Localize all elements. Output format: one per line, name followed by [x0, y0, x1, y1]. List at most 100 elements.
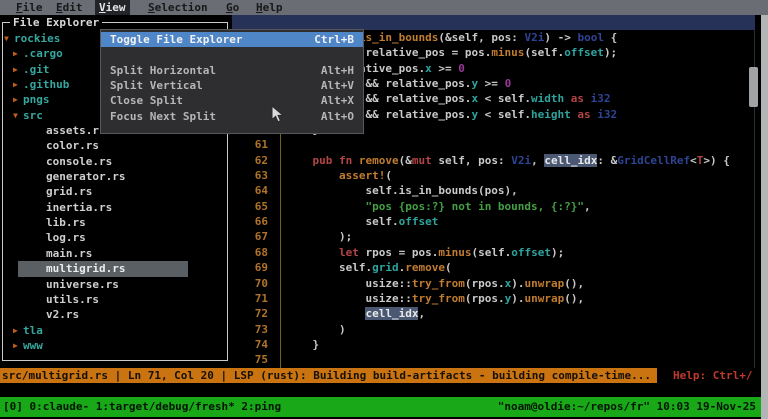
code-line-74[interactable]: 74 }	[232, 337, 730, 352]
code-text: "pos {pos:?} not in bounds, {:?}",	[280, 199, 591, 214]
menu-item-focus-next-split[interactable]: Focus Next SplitAlt+O	[101, 109, 363, 124]
mouse-cursor-icon	[271, 105, 284, 123]
line-number: 66	[232, 214, 280, 229]
menu-item-label: Toggle File Explorer	[110, 32, 242, 47]
code-text: )	[280, 322, 346, 337]
code-line-65[interactable]: 65 "pos {pos:?} not in bounds, {:?}",	[232, 199, 730, 214]
code-text: usize::try_from(rpos.x).unwrap(),	[280, 276, 584, 291]
menu-item-shortcut: Alt+V	[321, 78, 354, 93]
code-line-68[interactable]: 68 let rpos = pos.minus(self.offset);	[232, 245, 730, 260]
tree-item-label: rockies	[14, 32, 60, 45]
code-line-64[interactable]: 64 self.is_in_bounds(pos),	[232, 183, 730, 198]
file-item-generator.rs[interactable]: generator.rs	[18, 169, 188, 184]
code-line-72[interactable]: 72 cell_idx,	[232, 306, 730, 321]
code-text: self.is_in_bounds(pos),	[280, 183, 518, 198]
menubar-item-view[interactable]: View	[95, 0, 130, 15]
tree-item-label: v2.rs	[46, 308, 79, 321]
code-line-70[interactable]: 70 usize::try_from(rpos.x).unwrap(),	[232, 276, 730, 291]
code-line-66[interactable]: 66 self.offset	[232, 214, 730, 229]
tree-item-label: color.rs	[46, 139, 99, 152]
terminal-scrollbar[interactable]	[761, 15, 768, 419]
menu-item-toggle-file-explorer[interactable]: Toggle File Explorer Ctrl+B	[101, 32, 363, 47]
code-line-75[interactable]: 75	[232, 352, 730, 367]
menu-separator	[101, 47, 363, 62]
tmux-window-list[interactable]: [0] 0:claude- 1:target/debug/fresh* 2:pi…	[3, 397, 281, 417]
menubar-item-file[interactable]: File	[16, 0, 43, 15]
line-number: 72	[232, 306, 280, 321]
tree-item-label: .git	[23, 63, 50, 76]
tree-item-label: .github	[23, 78, 69, 91]
menubar-item-go[interactable]: Go	[226, 0, 239, 15]
folder-item-tla[interactable]: ▶tla	[0, 323, 228, 338]
file-item-log.rs[interactable]: log.rs	[18, 230, 188, 245]
line-number: 61	[232, 137, 280, 152]
file-item-lib.rs[interactable]: lib.rs	[18, 215, 188, 230]
file-explorer-title: File Explorer	[10, 15, 102, 30]
tree-item-label: tla	[23, 324, 43, 337]
file-item-inertia.rs[interactable]: inertia.rs	[18, 200, 188, 215]
menu-item-label: Split Horizontal	[110, 63, 216, 78]
file-item-console.rs[interactable]: console.rs	[18, 154, 188, 169]
code-text: );	[280, 229, 352, 244]
file-item-color.rs[interactable]: color.rs	[18, 138, 188, 153]
line-number: 68	[232, 245, 280, 260]
menubar-item-selection[interactable]: Selection	[148, 0, 208, 15]
line-number: 74	[232, 337, 280, 352]
folder-closed-arrow-icon: ▶	[13, 323, 23, 338]
menu-item-shortcut: Alt+O	[321, 109, 354, 124]
line-number: 73	[232, 322, 280, 337]
code-text: assert!(	[280, 168, 392, 183]
menu-item-close-split[interactable]: Close SplitAlt+X	[101, 93, 363, 108]
tree-item-label: src	[23, 109, 43, 122]
menu-item-label: Split Vertical	[110, 78, 203, 93]
tree-item-label: assets.rs	[46, 124, 106, 137]
file-item-v2.rs[interactable]: v2.rs	[18, 307, 188, 322]
tree-item-label: www	[23, 339, 43, 352]
file-item-multigrid.rs[interactable]: multigrid.rs	[18, 261, 188, 276]
file-item-universe.rs[interactable]: universe.rs	[18, 277, 188, 292]
menubar-item-help[interactable]: Help	[256, 0, 283, 15]
code-line-61[interactable]: 61	[232, 137, 730, 152]
status-left: src/multigrid.rs | Ln 71, Col 20 | LSP (…	[2, 369, 651, 382]
file-item-grid.rs[interactable]: grid.rs	[18, 184, 188, 199]
file-item-main.rs[interactable]: main.rs	[18, 246, 188, 261]
tree-item-label: inertia.rs	[46, 201, 112, 214]
code-line-69[interactable]: 69 self.grid.remove(	[232, 260, 730, 275]
folder-closed-arrow-icon: ▶	[13, 92, 23, 107]
code-text: }	[280, 337, 319, 352]
code-line-67[interactable]: 67 );	[232, 229, 730, 244]
tree-item-label: utils.rs	[46, 293, 99, 306]
tree-item-label: main.rs	[46, 247, 92, 260]
folder-closed-arrow-icon: ▶	[13, 338, 23, 353]
menu-item-split-horizontal[interactable]: Split Horizontal Alt+H	[101, 63, 363, 78]
code-text	[280, 352, 286, 367]
code-line-62[interactable]: 62 pub fn remove(&mut self, pos: V2i, ce…	[232, 153, 730, 168]
folder-item-www[interactable]: ▶www	[0, 338, 228, 353]
editor-scrollbar-thumb[interactable]	[749, 67, 758, 107]
line-number: 62	[232, 153, 280, 168]
status-help: Help: Ctrl+/	[673, 368, 752, 383]
code-text: cell_idx,	[280, 306, 425, 321]
tree-item-label: grid.rs	[46, 185, 92, 198]
code-line-71[interactable]: 71 usize::try_from(rpos.y).unwrap(),	[232, 291, 730, 306]
code-line-63[interactable]: 63 assert!(	[232, 168, 730, 183]
menu-item-shortcut: Ctrl+B	[314, 32, 354, 47]
folder-open-arrow-icon: ▼	[13, 108, 23, 123]
menu-item-shortcut: Alt+H	[321, 63, 354, 78]
tree-item-label: .cargo	[23, 47, 63, 60]
line-number: 75	[232, 352, 280, 367]
folder-closed-arrow-icon: ▶	[13, 46, 23, 61]
line-number: 69	[232, 260, 280, 275]
tree-item-label: log.rs	[46, 231, 86, 244]
line-number: 70	[232, 276, 280, 291]
view-menu: Toggle File Explorer Ctrl+B Split Horizont…	[100, 29, 364, 134]
code-line-73[interactable]: 73 )	[232, 322, 730, 337]
menu-item-split-vertical[interactable]: Split Vertical Alt+V	[101, 78, 363, 93]
tree-item-label: generator.rs	[46, 170, 125, 183]
tree-item-label: pngs	[23, 93, 50, 106]
folder-closed-arrow-icon: ▶	[13, 62, 23, 77]
tmux-status-bar: [0] 0:claude- 1:target/debug/fresh* 2:pi…	[0, 397, 768, 417]
menubar-item-edit[interactable]: Edit	[56, 0, 83, 15]
menubar: File Edit View Selection Go Help	[0, 0, 768, 15]
file-item-utils.rs[interactable]: utils.rs	[18, 292, 188, 307]
